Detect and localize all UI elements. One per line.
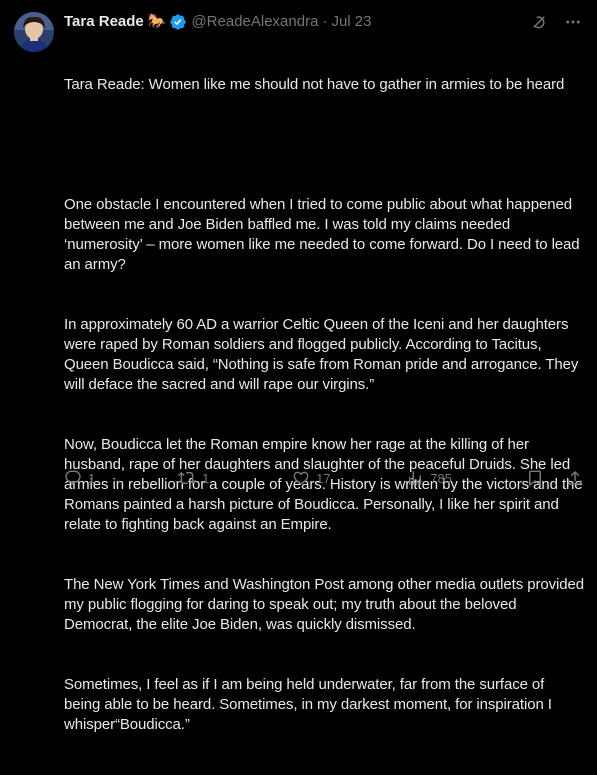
bookmark-icon <box>526 469 544 487</box>
views-button[interactable]: 785 <box>406 469 452 487</box>
header-actions <box>529 12 583 32</box>
avatar[interactable] <box>14 12 54 52</box>
reply-button[interactable]: 1 <box>64 469 104 487</box>
more-options-icon[interactable] <box>563 12 583 32</box>
views-count: 785 <box>430 470 452 486</box>
like-button[interactable]: 17 <box>292 469 332 487</box>
tweet-paragraph: In approximately 60 AD a warrior Celtic … <box>64 316 583 393</box>
like-icon <box>292 469 310 487</box>
reply-icon <box>64 469 82 487</box>
share-button[interactable] <box>566 469 584 487</box>
tweet-card[interactable]: Tara Reade 🐎 @ReadeAlexandra · Jul 23 Ta… <box>0 0 597 733</box>
author-handle[interactable]: @ReadeAlexandra <box>191 12 318 32</box>
horse-emoji-badge: 🐎 <box>147 13 167 30</box>
tweet-action-bar: 1 1 17 785 <box>64 466 584 490</box>
verified-badge-icon[interactable] <box>169 13 187 31</box>
grok-icon[interactable] <box>529 12 549 32</box>
views-icon <box>406 469 424 487</box>
tweet-blank-line: ​ <box>64 135 584 155</box>
tweet-paragraph: One obstacle I encountered when I tried … <box>64 196 584 273</box>
separator-dot: · <box>322 13 328 30</box>
tweet-header: Tara Reade 🐎 @ReadeAlexandra · Jul 23 <box>64 12 371 32</box>
tweet-title-line: Tara Reade: Women like me should not hav… <box>64 76 565 93</box>
share-icon <box>566 469 584 487</box>
author-display-name[interactable]: Tara Reade <box>64 12 144 32</box>
like-count: 17 <box>316 470 331 486</box>
repost-count: 1 <box>202 470 210 486</box>
secondary-actions <box>526 469 584 487</box>
repost-button[interactable]: 1 <box>178 469 218 487</box>
tweet-date[interactable]: Jul 23 <box>331 12 371 32</box>
bookmark-button[interactable] <box>526 469 544 487</box>
tweet-paragraph: The New York Times and Washington Post a… <box>64 576 589 633</box>
repost-icon <box>178 469 197 487</box>
tweet-paragraph: Sometimes, I feel as if I am being held … <box>64 676 556 733</box>
tweet-text: Tara Reade: Women like me should not hav… <box>64 35 584 775</box>
reply-count: 1 <box>88 470 96 486</box>
